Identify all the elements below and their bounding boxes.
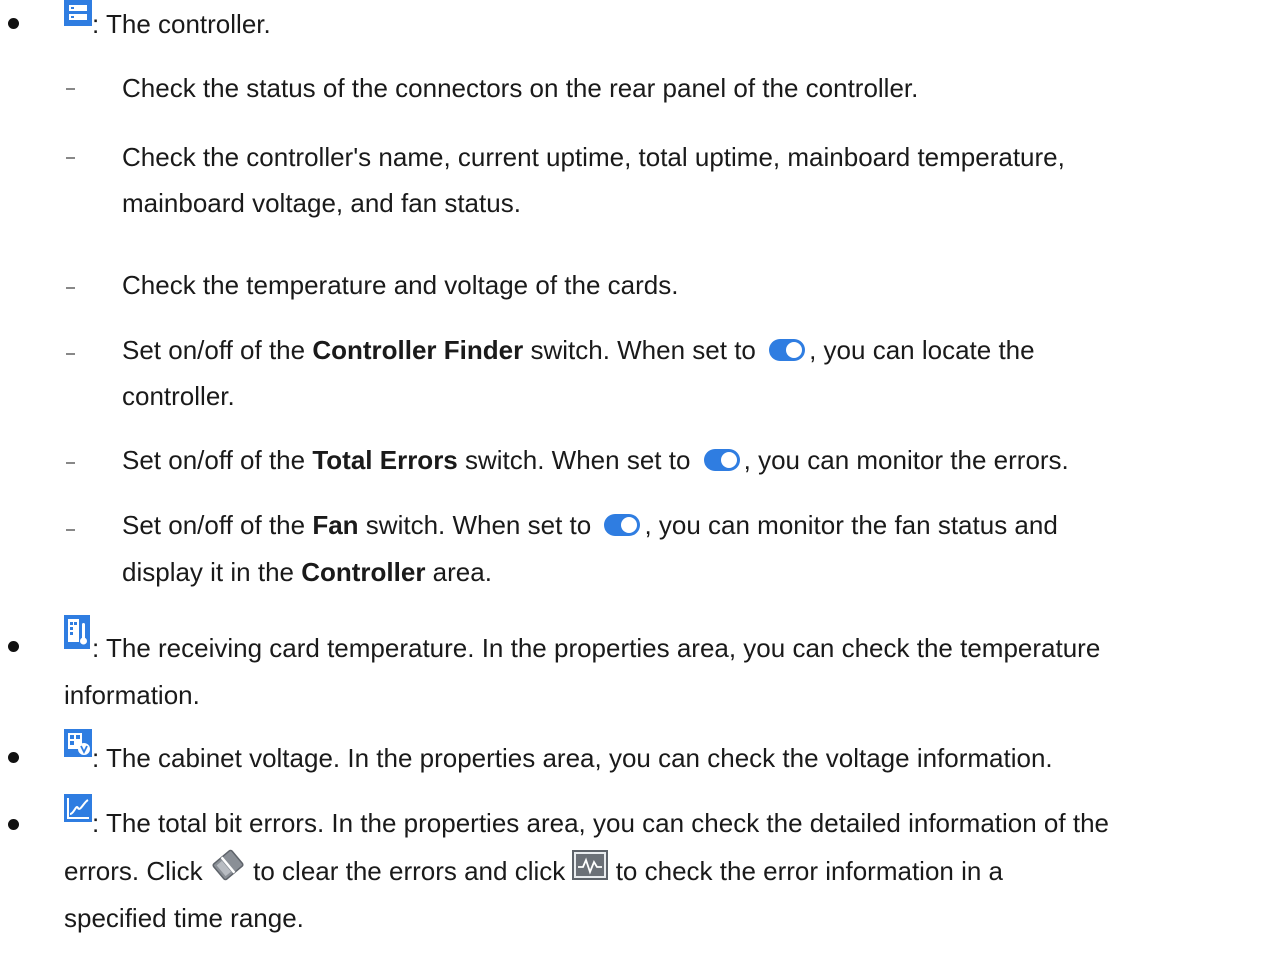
- temperature-desc-line-1: : The receiving card temperature. In the…: [92, 633, 1101, 663]
- controller-finder-label: Controller Finder: [312, 335, 524, 365]
- eraser-icon: [210, 849, 246, 889]
- bullet-marker: [8, 752, 19, 763]
- controller-sub-5-text-a: Set on/off of the: [122, 445, 313, 475]
- controller-sub-6-line2-a: display it in the: [122, 557, 302, 587]
- errors-desc-line-3: specified time range.: [64, 903, 304, 933]
- toggle-on-icon: [703, 449, 740, 472]
- voltage-card-icon: [64, 729, 92, 757]
- sub-marker: [66, 353, 75, 355]
- sub-marker: [66, 462, 75, 464]
- thermometer-card-icon: [64, 615, 90, 649]
- waveform-icon: [572, 850, 609, 888]
- errors-desc-line-1: : The total bit errors. In the propertie…: [92, 808, 1109, 838]
- voltage-desc: : The cabinet voltage. In the properties…: [92, 743, 1053, 773]
- controller-sub-6-line2-c: area.: [425, 557, 492, 587]
- controller-sub-3: Check the temperature and voltage of the…: [122, 270, 679, 300]
- line-chart-icon: [64, 794, 92, 822]
- errors-line2-b: to clear the errors and click: [245, 855, 573, 886]
- controller-sub-4-text-a: Set on/off of the: [122, 335, 313, 365]
- toggle-on-icon: [769, 339, 806, 362]
- bullet-marker: [8, 819, 19, 830]
- sub-marker: [66, 529, 75, 531]
- bullet-marker: [8, 18, 19, 29]
- controller-icon: [64, 0, 92, 26]
- controller-sub-2-line-1: Check the controller's name, current upt…: [122, 142, 1065, 172]
- total-errors-label: Total Errors: [312, 445, 458, 475]
- sub-marker: [66, 287, 75, 289]
- errors-line2-a: errors. Click: [64, 855, 210, 886]
- controller-sub-1: Check the status of the connectors on th…: [122, 73, 919, 103]
- controller-desc: : The controller.: [92, 9, 271, 39]
- controller-sub-6-text-a: Set on/off of the: [122, 510, 313, 540]
- errors-desc-line-2: errors. Click to clear the errors and cl…: [64, 849, 1004, 893]
- controller-sub-6-text-d: , you can monitor the fan status and: [644, 510, 1058, 540]
- controller-sub-5-text-c: switch. When set to: [457, 445, 698, 475]
- temperature-desc-line-2: information.: [64, 680, 200, 710]
- bullet-marker: [8, 641, 19, 652]
- toggle-on-icon: [604, 514, 641, 537]
- controller-sub-4-text-d: , you can locate the: [809, 335, 1035, 365]
- sub-marker: [66, 157, 75, 159]
- controller-sub-2-line-2: mainboard voltage, and fan status.: [122, 188, 521, 218]
- controller-sub-5-text-d: , you can monitor the errors.: [743, 445, 1069, 475]
- controller-sub-6-text-c: switch. When set to: [358, 510, 599, 540]
- controller-sub-6-line-1: Set on/off of the Fan switch. When set t…: [122, 508, 1058, 542]
- fan-label: Fan: [312, 510, 359, 540]
- controller-sub-4-line-1: Set on/off of the Controller Finder swit…: [122, 333, 1035, 367]
- controller-sub-6-line-2: display it in the Controller area.: [122, 555, 492, 589]
- errors-line2-c: to check the error information in a: [608, 855, 1004, 886]
- controller-area-label: Controller: [301, 557, 426, 587]
- controller-sub-4-line-2: controller.: [122, 381, 235, 411]
- sub-marker: [66, 88, 75, 90]
- controller-sub-5: Set on/off of the Total Errors switch. W…: [122, 443, 1069, 477]
- controller-sub-4-text-c: switch. When set to: [523, 335, 764, 365]
